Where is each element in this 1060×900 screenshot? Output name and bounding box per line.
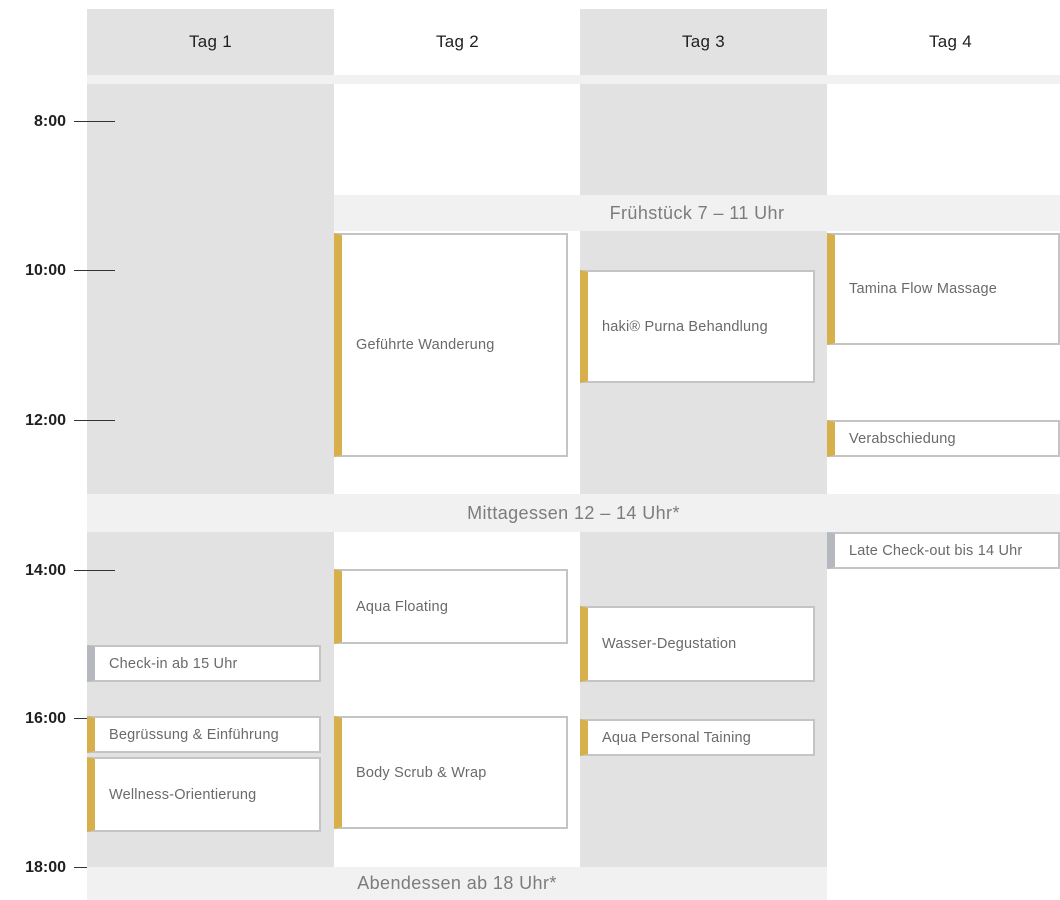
dinner-band: Abendessen ab 18 Uhr* — [87, 867, 827, 900]
event-begruessung[interactable]: Begrüssung & Einführung — [87, 716, 321, 753]
day2-header: Tag 2 — [435, 32, 480, 51]
event-wellness-orientierung[interactable]: Wellness-Orientierung — [87, 757, 321, 832]
day3-header: Tag 3 — [681, 32, 726, 51]
event-tamina-flow-massage[interactable]: Tamina Flow Massage — [827, 233, 1060, 345]
time-tick-10 — [74, 270, 115, 271]
event-aqua-floating[interactable]: Aqua Floating — [334, 569, 568, 644]
time-label-12: 12:00 — [25, 412, 66, 429]
event-wasser-degustation[interactable]: Wasser-Degustation — [580, 606, 815, 682]
day4-header: Tag 4 — [928, 32, 973, 51]
time-label-8: 8:00 — [33, 113, 66, 130]
event-verabschiedung[interactable]: Verabschiedung — [827, 420, 1060, 457]
time-label-10: 10:00 — [25, 262, 66, 279]
time-tick-12 — [74, 420, 115, 421]
day1-header: Tag 1 — [188, 32, 233, 51]
event-haki-purna[interactable]: haki® Purna Behandlung — [580, 270, 815, 383]
time-label-14: 14:00 — [25, 562, 66, 579]
breakfast-band: Frühstück 7 – 11 Uhr — [334, 195, 1060, 231]
time-label-18: 18:00 — [25, 859, 66, 876]
time-tick-8 — [74, 121, 115, 122]
lunch-band: Mittagessen 12 – 14 Uhr* — [87, 494, 1060, 532]
header-divider — [87, 75, 1060, 84]
event-late-check-out[interactable]: Late Check-out bis 14 Uhr — [827, 532, 1060, 569]
event-aqua-personal-training[interactable]: Aqua Personal Taining — [580, 719, 815, 756]
time-tick-14 — [74, 570, 115, 571]
event-check-in[interactable]: Check-in ab 15 Uhr — [87, 645, 321, 682]
event-gefuehrte-wanderung[interactable]: Geführte Wanderung — [334, 233, 568, 457]
event-body-scrub[interactable]: Body Scrub & Wrap — [334, 716, 568, 829]
time-label-16: 16:00 — [25, 710, 66, 727]
